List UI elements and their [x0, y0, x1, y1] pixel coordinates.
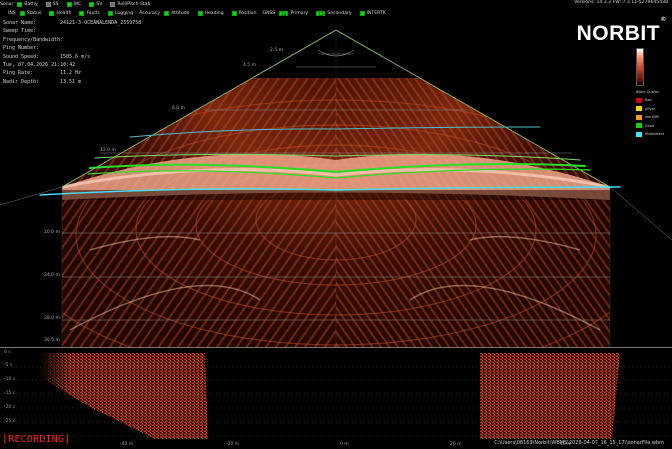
legend-label: Good: [645, 123, 654, 128]
waterfall-x-axis-2: 0 m: [340, 442, 349, 447]
range-label-8: 30.5 m: [44, 338, 60, 343]
legend-title: Beam Quality: [636, 90, 659, 94]
legend-item: Good: [636, 122, 664, 131]
waterfall-axis-5: -25 s: [4, 419, 16, 424]
info-row: Sound Speed: 1505.6 m/s: [3, 53, 141, 61]
waterfall-axis-2: -10 s: [4, 377, 16, 382]
info-key: Sonar Name:: [3, 20, 37, 26]
waterfall-x-axis-1: -20 m: [226, 442, 240, 447]
legend-swatch: [636, 114, 642, 120]
range-label-7: 28.0 m: [44, 316, 60, 321]
waterfall-axis-4: -20 s: [4, 405, 16, 410]
info-key: Tue, 07.04.2026 21:10:42: [3, 62, 76, 69]
legend-label: Bad: [645, 98, 652, 103]
info-value: 1505.6 m/s: [60, 53, 91, 60]
legend-label: Aflyer: [645, 106, 655, 111]
info-row: Sonar Name: 24121-3-OCEANALENDA_2559758: [3, 19, 141, 27]
legend-swatch: [636, 106, 642, 112]
info-row: Ping Rate: 11.2 Hz: [3, 69, 141, 77]
info-key: Ping Rate:: [3, 70, 34, 77]
info-row: Tue, 07.04.2026 21:10:42: [3, 61, 141, 69]
range-label-4: 12.0 m: [100, 148, 116, 153]
info-key: Frequency/Bandwidth:: [3, 36, 64, 43]
info-row: Nadir Depth: 13.51 m: [3, 78, 141, 86]
info-key: Sound Speed:: [3, 53, 40, 60]
waterfall-axis-3: -15 s: [4, 391, 16, 396]
info-key: Sweep Time:: [3, 28, 37, 35]
info-key: Ping Number:: [3, 45, 40, 52]
waterfall-x-axis-0: -40 m: [120, 442, 134, 447]
legend-item: Bad: [636, 96, 664, 105]
range-label-2: 4.5 m: [243, 63, 256, 68]
waterfall-axis-1: -5 s: [4, 363, 13, 368]
legend-swatch: [636, 131, 642, 137]
range-label-5: 20.0 m: [44, 230, 60, 235]
legend-swatch: [636, 97, 642, 103]
legend-item: Multidetect: [636, 130, 664, 139]
sonar-info-panel: Sonar Name: 24121-3-OCEANALENDA_2559758 Sw…: [3, 19, 141, 86]
range-label-3: 8.0 m: [172, 106, 185, 111]
legend-swatch: [636, 123, 642, 129]
recording-file-path: C:\Users\08169\Norbit\WBMS\2026-04-07_16…: [494, 440, 664, 446]
legend-item: Aflyer: [636, 105, 664, 114]
waterfall-view[interactable]: [0, 347, 672, 449]
info-row: Sweep Time:: [3, 27, 141, 35]
info-row: Ping Number:: [3, 44, 141, 52]
legend-item: low SNR: [636, 113, 664, 122]
info-value: 13.51 m: [60, 78, 82, 85]
legend-label: Multidetect: [645, 132, 665, 137]
recording-status: [RECORDING]: [2, 434, 71, 445]
info-value: 11.2 Hz: [60, 70, 82, 77]
beam-quality-legend: Beam Quality Bad Aflyer low SNR Good Multide…: [636, 90, 664, 139]
range-label-6: 24.0 m: [44, 273, 60, 278]
info-key: Nadir Depth:: [3, 78, 40, 85]
info-row: Frequency/Bandwidth:: [3, 36, 141, 44]
range-label-1: 2.5 m: [270, 48, 283, 53]
waterfall-x-axis-3: 20 m: [450, 442, 462, 447]
waterfall-axis-0: 0 s: [4, 350, 11, 355]
legend-label: low SNR: [645, 115, 659, 120]
info-value: 24121-3-OCEANALENDA_2559758: [60, 20, 142, 26]
intensity-colorbar: [636, 48, 644, 86]
norbit-logo: NORBIT®: [576, 17, 666, 45]
